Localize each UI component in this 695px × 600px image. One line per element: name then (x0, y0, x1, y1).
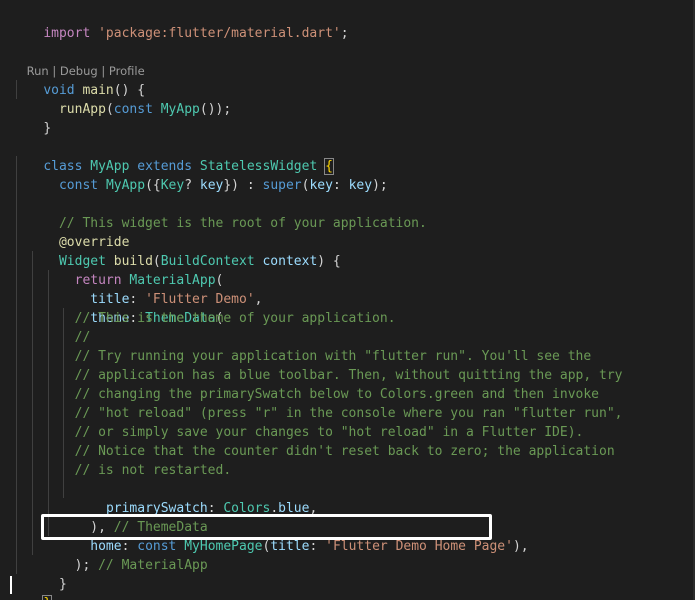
code-line-comment[interactable]: // "hot reload" (press "r" in the consol… (12, 404, 623, 423)
code-line-close[interactable]: } (12, 575, 53, 600)
code-line-build[interactable]: Widget build(BuildContext context) { (12, 233, 341, 269)
code-line-return[interactable]: return MaterialApp( (12, 252, 224, 288)
codelens: Run | Debug | Profile (26, 64, 145, 78)
code-line-close[interactable]: } (12, 100, 51, 136)
code-line-comment[interactable]: // (12, 328, 91, 347)
code-line-primary-swatch[interactable]: primarySwatch: Colors.blue, (12, 480, 317, 516)
code-line-close[interactable]: } (12, 556, 67, 592)
code-line-comment[interactable]: // Notice that the counter didn't reset … (12, 442, 615, 461)
code-line-comment[interactable]: // or simply save your changes to "hot r… (12, 423, 584, 442)
code-line-comment[interactable]: // Try running your application with "fl… (12, 347, 592, 366)
code-line-comment[interactable]: // This widget is the root of your appli… (12, 195, 427, 231)
code-line-import[interactable]: import 'package:flutter/material.dart'; (12, 5, 348, 41)
matched-bracket: } (42, 595, 53, 600)
code-line-main[interactable]: void main() { (12, 62, 145, 98)
annotation-highlight-box (41, 514, 492, 540)
keyword: import (43, 26, 91, 41)
code-line-override[interactable]: @override (12, 214, 129, 250)
code-editor[interactable]: import 'package:flutter/material.dart'; … (0, 0, 695, 600)
code-line-comment[interactable]: // application has a blue toolbar. Then,… (12, 366, 623, 385)
code-line-class[interactable]: class MyApp extends StatelessWidget { (12, 138, 334, 175)
code-line-constructor[interactable]: const MyApp({Key? key}) : super(key: key… (12, 157, 388, 193)
text-cursor (10, 576, 12, 594)
code-line-runapp[interactable]: runApp(const MyApp()); (12, 81, 231, 117)
code-line-comment[interactable]: // is not restarted. (12, 461, 232, 480)
code-line-theme[interactable]: theme: ThemeData( (12, 290, 223, 326)
string-literal: 'package:flutter/material.dart' (98, 26, 341, 41)
code-line-comment[interactable]: // This is the theme of your application… (12, 309, 396, 328)
code-line-title[interactable]: title: 'Flutter Demo', (12, 271, 262, 307)
code-line-comment[interactable]: // changing the primarySwatch below to C… (12, 385, 599, 404)
